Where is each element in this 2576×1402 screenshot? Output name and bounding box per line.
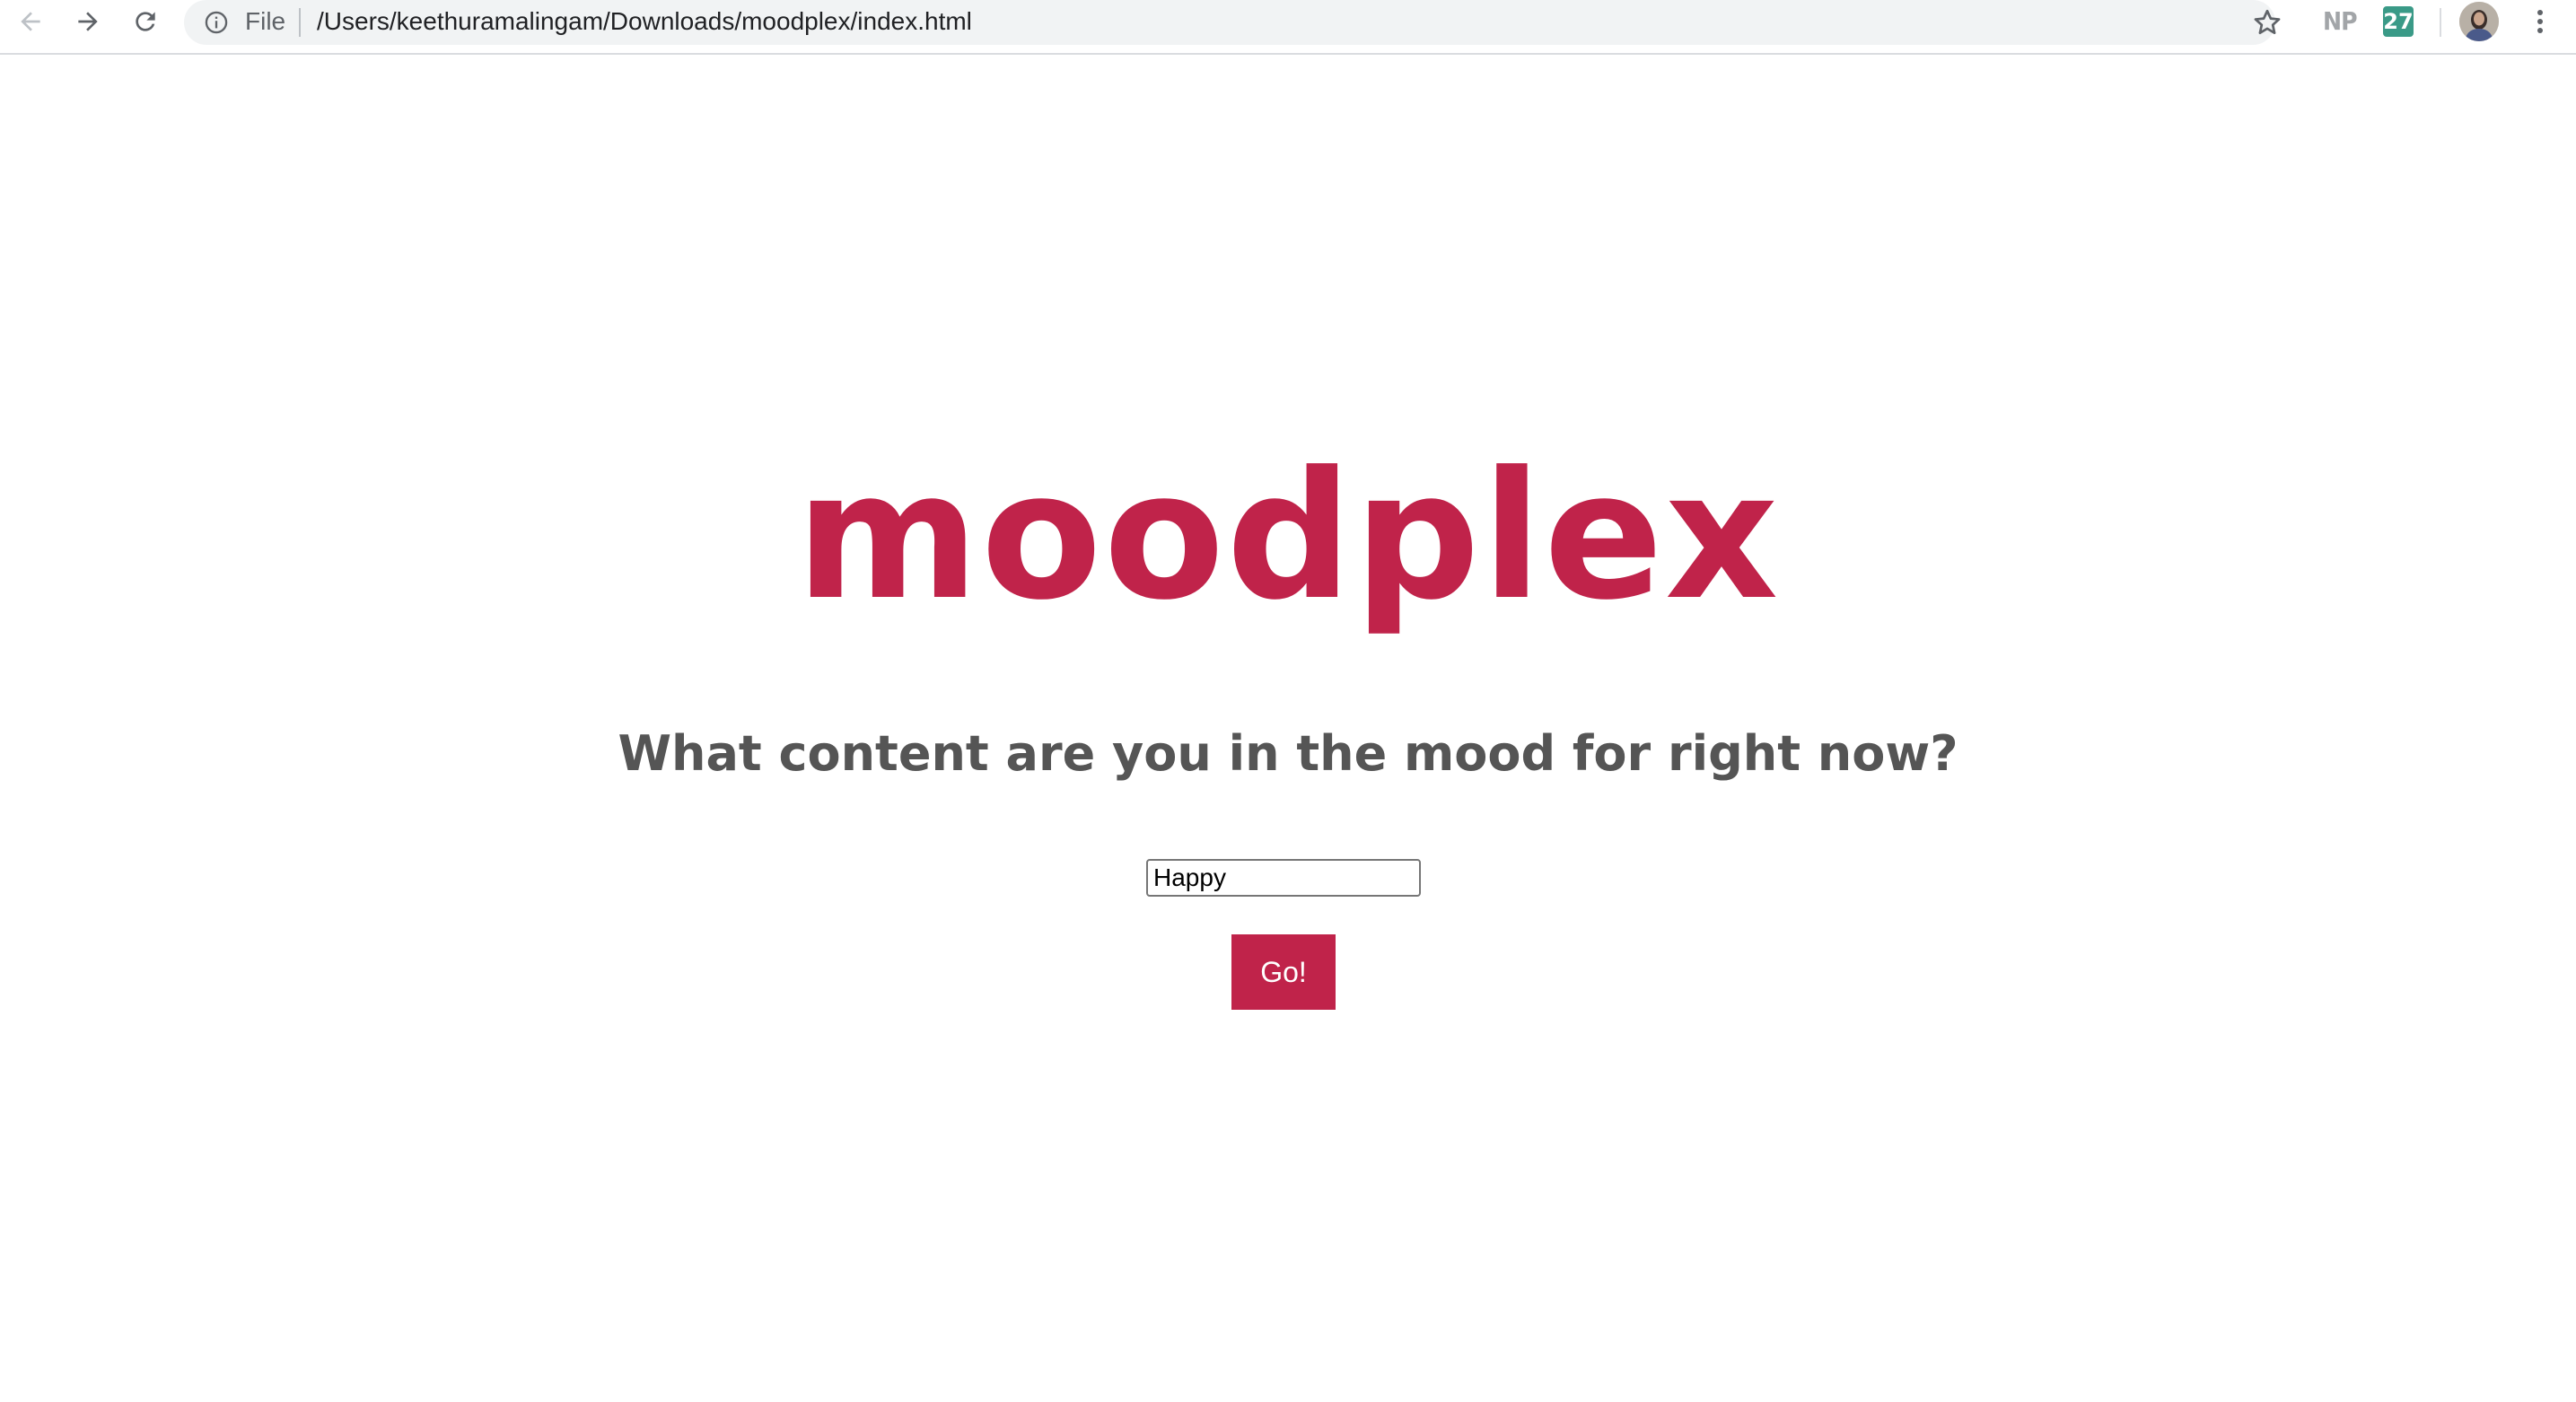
np-extension-icon[interactable]: NP <box>2323 5 2358 38</box>
browser-toolbar: File /Users/keethuramalingam/Downloads/m… <box>0 0 2576 55</box>
moodplex-logo: moodplex <box>795 434 1781 639</box>
bookmark-star-icon[interactable] <box>2251 6 2283 39</box>
scheme-label: File <box>245 7 286 35</box>
calendar-extension-icon[interactable]: 27 <box>2383 6 2414 37</box>
mood-input[interactable] <box>1146 859 1421 897</box>
forward-arrow-icon[interactable] <box>66 0 110 43</box>
toolbar-divider <box>2440 8 2441 37</box>
go-button[interactable]: Go! <box>1231 934 1336 1010</box>
address-bar[interactable]: File /Users/keethuramalingam/Downloads/m… <box>184 0 2275 45</box>
omnibox-divider <box>299 8 301 37</box>
back-arrow-icon[interactable] <box>9 0 52 43</box>
info-icon[interactable] <box>204 10 229 35</box>
reload-icon[interactable] <box>124 0 167 43</box>
url-text[interactable]: /Users/keethuramalingam/Downloads/moodpl… <box>317 5 972 38</box>
avatar[interactable] <box>2459 2 2499 41</box>
mood-question-heading: What content are you in the mood for rig… <box>618 725 1958 782</box>
more-vert-icon[interactable] <box>2522 2 2558 41</box>
